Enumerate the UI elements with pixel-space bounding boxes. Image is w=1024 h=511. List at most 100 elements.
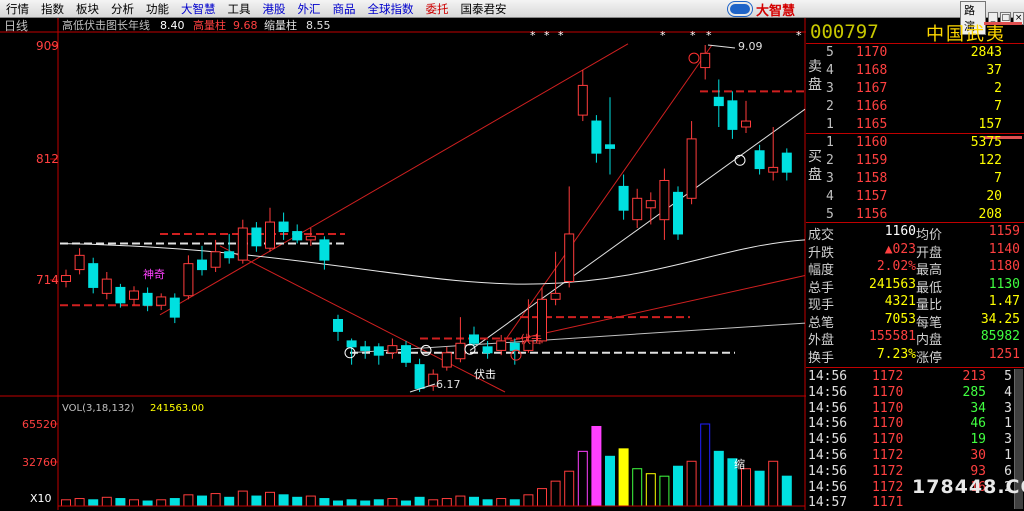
candle-body[interactable] [224, 251, 235, 259]
candle-body[interactable] [169, 297, 180, 318]
tick-time: 14:56 [808, 448, 848, 463]
volume-bar [319, 498, 330, 507]
menu-item[interactable]: 大智慧 [175, 1, 222, 17]
volume-bar [346, 499, 357, 507]
level-index: 1 [826, 135, 834, 150]
candle-body[interactable] [768, 166, 779, 173]
candle-body[interactable] [61, 275, 71, 282]
ask-level-row[interactable]: 2 1166 7 [826, 99, 1022, 117]
candle-body[interactable] [741, 120, 751, 128]
candle-body[interactable] [414, 364, 425, 389]
menu-item[interactable]: 功能 [140, 1, 175, 17]
volume-bar [577, 450, 588, 507]
candle-body[interactable] [632, 197, 643, 221]
candle-body[interactable] [115, 286, 126, 304]
menu-item[interactable]: 行情 [0, 1, 35, 17]
level-price: 1159 [856, 153, 888, 168]
volume-bar [237, 490, 248, 507]
candle-body[interactable] [129, 290, 139, 300]
candle-body[interactable] [673, 191, 683, 235]
candle-body[interactable] [210, 251, 221, 268]
level-price: 1170 [856, 45, 888, 60]
stat-label: 量比 [916, 298, 943, 313]
candle-body[interactable] [373, 346, 384, 356]
candle-body[interactable] [441, 352, 452, 368]
candle-body[interactable] [333, 319, 343, 332]
ask-level-row[interactable]: 4 1168 37 [826, 63, 1022, 81]
candle-body[interactable] [74, 254, 85, 271]
candle-body[interactable] [292, 231, 303, 241]
menu-item[interactable]: 工具 [222, 1, 257, 17]
candle-body[interactable] [319, 239, 330, 261]
menu-item[interactable]: 板块 [70, 1, 105, 17]
menu-item[interactable]: 全球指数 [362, 1, 420, 17]
candle-body[interactable] [401, 345, 411, 363]
bid-level-row[interactable]: 2 1159 122 [826, 153, 1022, 171]
bid-level-row[interactable]: 4 1157 20 [826, 189, 1022, 207]
bid-level-row[interactable]: 1 1160 5375 [826, 135, 1022, 153]
header-red-bar [984, 22, 1022, 25]
candle-body[interactable] [360, 346, 371, 351]
candle-body[interactable] [659, 179, 670, 221]
volume-bar [169, 498, 180, 507]
tick-row: 14:56 1172 213 5 [808, 369, 1022, 385]
candle-body[interactable] [713, 96, 724, 107]
candle-body[interactable] [88, 263, 99, 288]
candle-body[interactable] [618, 185, 629, 211]
candle-body[interactable] [727, 100, 738, 130]
candle-body[interactable] [496, 340, 507, 351]
menu-item[interactable]: 商品 [327, 1, 362, 17]
candle-body[interactable] [197, 259, 207, 271]
candle-body[interactable] [156, 296, 167, 306]
volume-bar [401, 500, 411, 507]
candle-body[interactable] [577, 84, 588, 116]
stat-row: 升跌 ▲023 开盘 1140 [808, 242, 1022, 261]
menu-item[interactable]: 外汇 [292, 1, 327, 17]
candle-body[interactable] [469, 334, 479, 344]
candle-body[interactable] [142, 292, 153, 306]
level-index: 1 [826, 117, 834, 132]
bid-level-row[interactable]: 3 1158 7 [826, 171, 1022, 189]
stat-value: 85982 [980, 329, 1020, 344]
menu-item[interactable]: 国泰君安 [455, 1, 513, 17]
menu-item[interactable]: 指数 [35, 1, 70, 17]
candle-body[interactable] [265, 221, 275, 249]
volume-bar [101, 496, 112, 507]
candle-body[interactable] [251, 227, 262, 247]
tick-time: 14:56 [808, 384, 848, 400]
candle-body[interactable] [101, 278, 112, 294]
candle-body[interactable] [482, 346, 493, 354]
menu-item[interactable]: 分析 [105, 1, 140, 17]
volume-bar [781, 475, 792, 507]
volume-bar [618, 448, 629, 507]
stat-value: 1251 [988, 346, 1020, 362]
tick-row: 14:56 1170 19 3 [808, 432, 1022, 448]
level-volume: 7 [994, 99, 1002, 114]
candle-body[interactable] [686, 138, 697, 199]
candle-body[interactable] [645, 200, 656, 209]
period-label[interactable]: 日线 [4, 19, 28, 33]
candle-body[interactable] [387, 345, 398, 354]
candle-body[interactable] [591, 120, 602, 154]
candle-body[interactable] [754, 150, 765, 170]
ask-level-row[interactable]: 5 1170 2843 [826, 45, 1022, 63]
candle-body[interactable] [509, 342, 520, 351]
quote-divider [806, 133, 1024, 134]
candle-body[interactable] [237, 227, 248, 261]
level-index: 3 [826, 81, 834, 96]
candle-body[interactable] [605, 144, 615, 149]
candle-body[interactable] [781, 152, 792, 173]
menu-item[interactable]: 委托 [420, 1, 455, 17]
stock-code[interactable]: 000797 [810, 21, 879, 43]
menu-item[interactable]: 港股 [257, 1, 292, 17]
candle-body[interactable] [305, 235, 316, 241]
candle-body[interactable] [455, 342, 466, 360]
candle-body[interactable] [183, 263, 194, 297]
candle-body[interactable] [346, 340, 357, 348]
kline-chart[interactable]: 日线 高低伏击图长年线 8.40 高量柱 9.68 缩量柱 8.55 909 8… [0, 18, 806, 510]
candle-body[interactable] [550, 292, 561, 300]
ask-level-row[interactable]: 3 1167 2 [826, 81, 1022, 99]
candle-body[interactable] [278, 221, 289, 233]
candle-body[interactable] [564, 233, 575, 282]
candle-body[interactable] [700, 52, 711, 69]
